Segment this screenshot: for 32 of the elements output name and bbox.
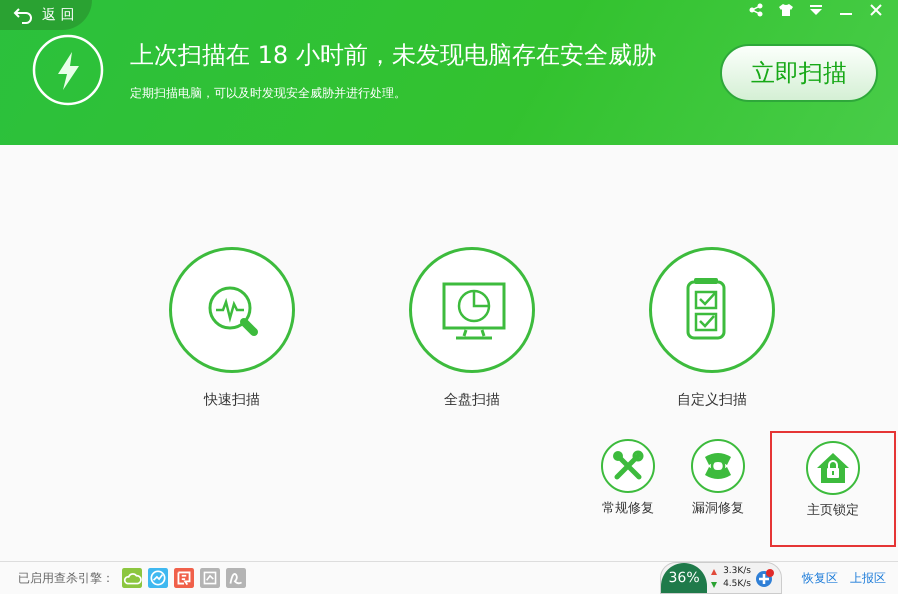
scan-mode-label: 自定义扫描 — [677, 391, 747, 409]
download-arrow-icon — [711, 582, 718, 588]
close-icon[interactable] — [868, 2, 884, 18]
tool-label: 主页锁定 — [807, 502, 859, 519]
usage-gauge: 36% — [661, 563, 708, 593]
back-button[interactable]: 返 回 — [0, 0, 92, 30]
status-subtitle: 定期扫描电脑，可以及时发现安全威胁并进行处理。 — [130, 84, 407, 102]
status-link[interactable]: 恢复区 — [802, 570, 838, 586]
tool-button[interactable] — [601, 439, 655, 493]
engine-icon[interactable] — [226, 568, 246, 588]
shirt-icon[interactable] — [778, 2, 794, 18]
share-icon[interactable] — [748, 2, 764, 18]
plus-badge-icon[interactable] — [755, 568, 775, 588]
tool-label: 漏洞修复 — [692, 500, 744, 517]
engines-label: 已启用查杀引擎： — [18, 570, 114, 586]
engine-icon[interactable] — [174, 568, 194, 588]
scan-mode-label: 快速扫描 — [204, 391, 260, 409]
engine-icon[interactable] — [122, 568, 142, 588]
download-speed: 4.5K/s — [723, 578, 751, 591]
scan-now-button[interactable]: 立即扫描 — [720, 44, 878, 102]
tool-label: 常规修复 — [602, 500, 654, 517]
engine-icon[interactable] — [200, 568, 220, 588]
upload-arrow-icon — [711, 568, 718, 574]
tool-button[interactable] — [806, 441, 860, 495]
tool-button[interactable] — [691, 439, 745, 493]
dropdown-icon[interactable] — [808, 2, 824, 18]
status-link[interactable]: 上报区 — [850, 570, 886, 586]
scan-mode-label: 全盘扫描 — [444, 391, 500, 409]
engine-icon[interactable] — [148, 568, 168, 588]
lightning-bolt-icon — [32, 34, 104, 106]
upload-speed: 3.3K/s — [723, 565, 751, 578]
status-title: 上次扫描在 18 小时前，未发现电脑存在安全威胁 — [130, 40, 657, 70]
